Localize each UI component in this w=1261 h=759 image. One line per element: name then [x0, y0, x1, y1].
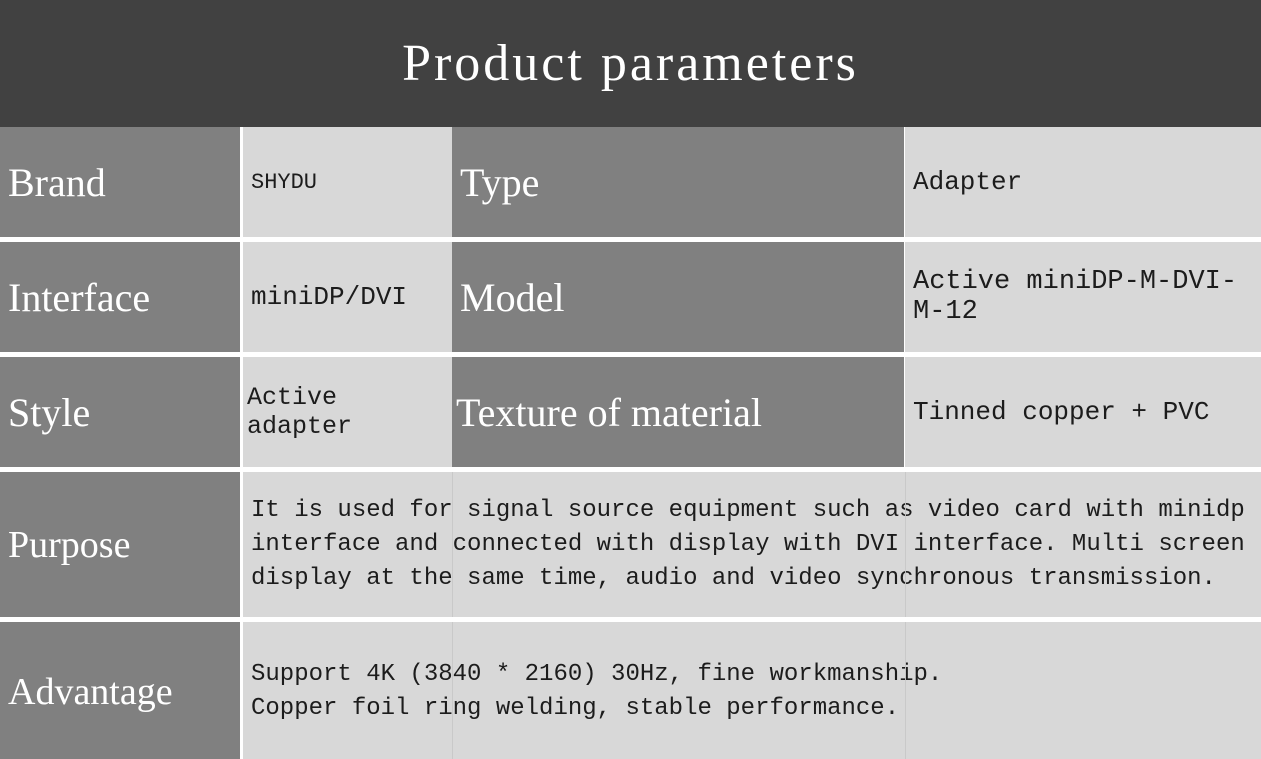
- row-value-advantage-container: Support 4K (3840 * 2160) 30Hz, fine work…: [243, 622, 1261, 759]
- table-row: Brand SHYDU Type Adapter: [0, 127, 1261, 237]
- column-divider: [452, 472, 453, 617]
- page-title: Product parameters: [402, 34, 859, 92]
- product-parameters-page: Product parameters Brand SHYDU Type Adap…: [0, 0, 1261, 759]
- row-label-purpose: Purpose: [0, 472, 240, 617]
- row-value-interface: miniDP/DVI: [243, 242, 452, 352]
- header-banner: Product parameters: [0, 0, 1261, 127]
- row-value-texture-of-material: Tinned copper + PVC: [905, 357, 1261, 467]
- column-divider: [452, 622, 453, 759]
- row-label-type: Type: [452, 127, 904, 237]
- row-value-model: Active miniDP-M-DVI-M-12: [905, 242, 1261, 352]
- row-label-model: Model: [452, 242, 904, 352]
- row-value-style: Active adapter: [243, 357, 452, 467]
- table-row: Advantage Support 4K (3840 * 2160) 30Hz,…: [0, 622, 1261, 759]
- row-value-brand: SHYDU: [243, 127, 452, 237]
- row-value-advantage: Support 4K (3840 * 2160) 30Hz, fine work…: [251, 660, 943, 722]
- column-divider: [905, 622, 906, 759]
- row-label-advantage: Advantage: [0, 622, 240, 759]
- row-label-brand: Brand: [0, 127, 240, 237]
- row-value-purpose: It is used for signal source equipment s…: [251, 496, 1245, 592]
- row-label-texture-of-material: Texture of material: [452, 357, 904, 467]
- table-row: Purpose It is used for signal source equ…: [0, 472, 1261, 617]
- product-parameters-table: Brand SHYDU Type Adapter Interface miniD…: [0, 127, 1261, 759]
- row-value-type: Adapter: [905, 127, 1261, 237]
- row-label-style: Style: [0, 357, 240, 467]
- table-row: Style Active adapter Texture of material…: [0, 357, 1261, 467]
- column-divider: [905, 472, 906, 617]
- table-row: Interface miniDP/DVI Model Active miniDP…: [0, 242, 1261, 352]
- row-label-interface: Interface: [0, 242, 240, 352]
- row-value-purpose-container: It is used for signal source equipment s…: [243, 472, 1261, 617]
